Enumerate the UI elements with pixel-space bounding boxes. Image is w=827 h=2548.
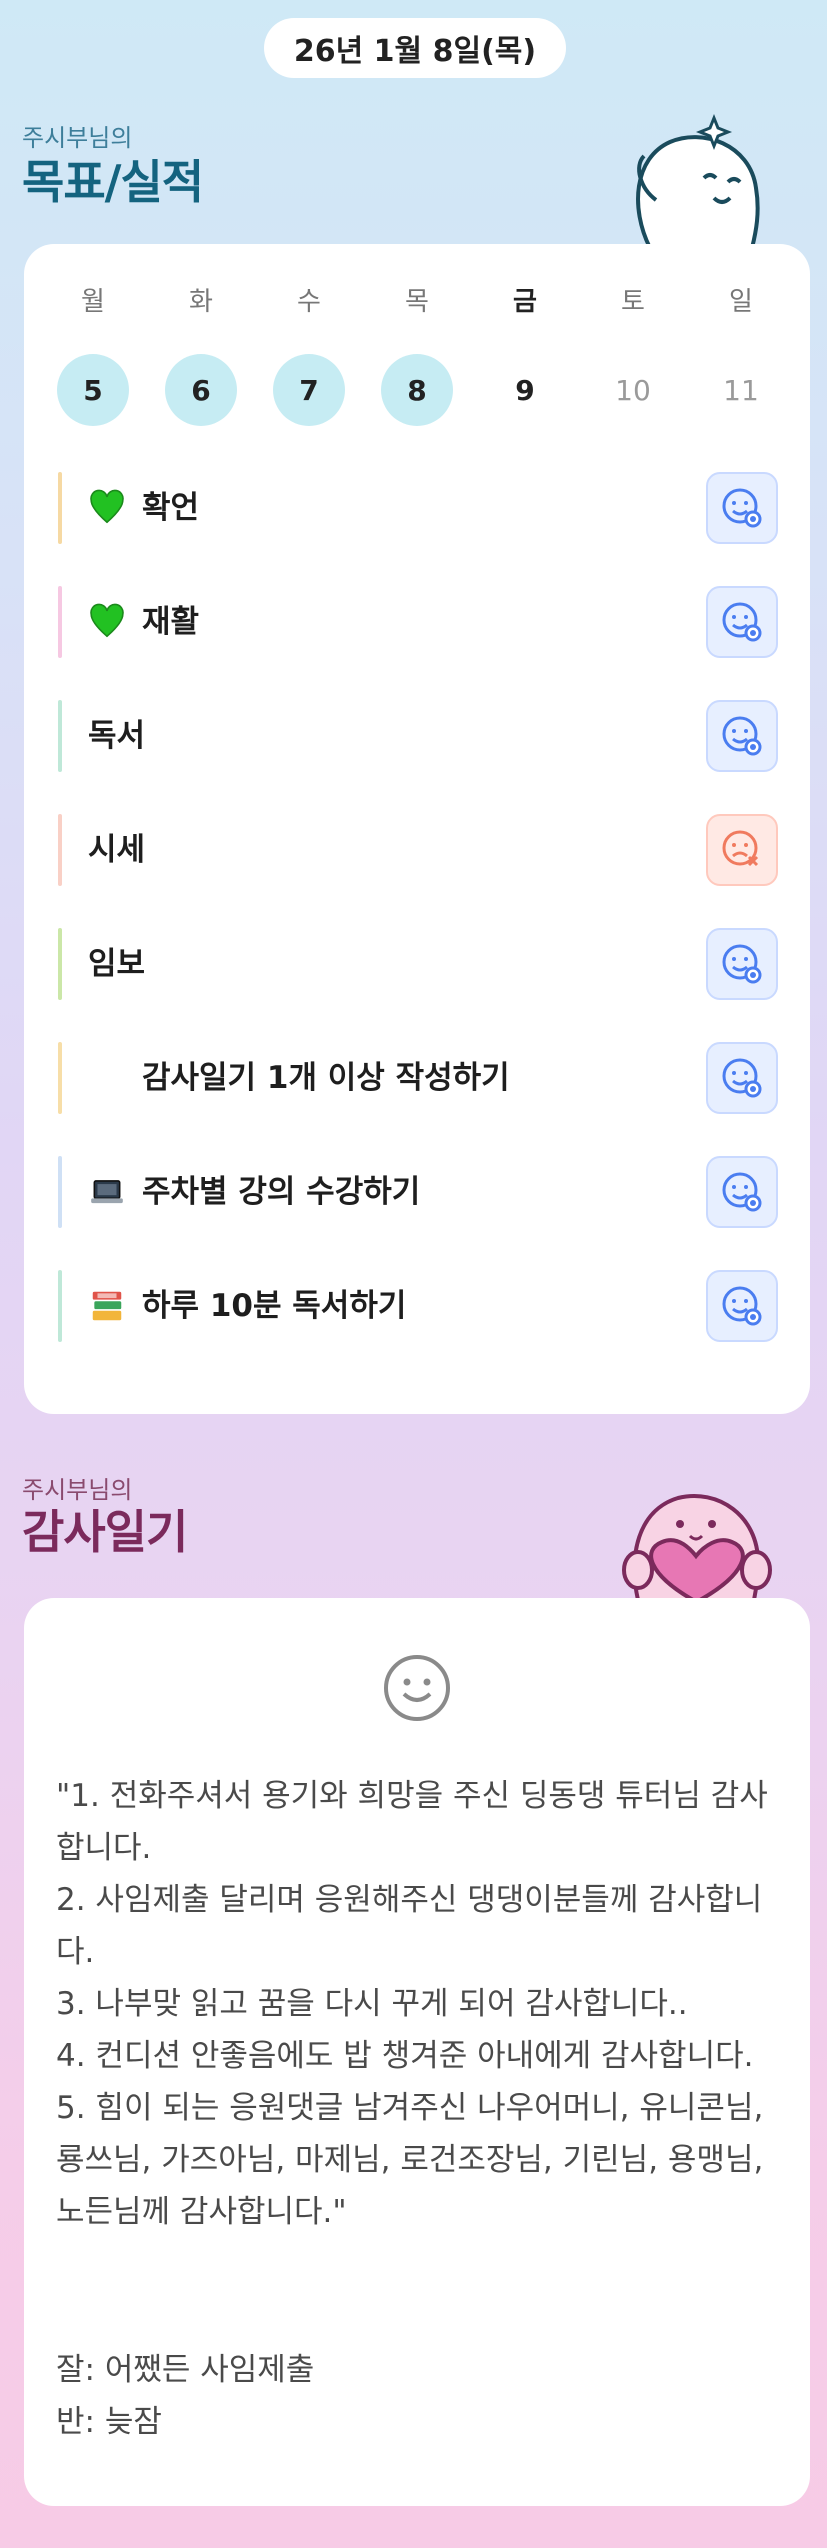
task-color-bar bbox=[58, 814, 62, 886]
task-label: 시세 bbox=[88, 832, 146, 868]
weekday-label: 목 bbox=[405, 287, 429, 317]
smile-check-icon bbox=[722, 1058, 762, 1098]
weekday-label: 금 bbox=[513, 287, 537, 317]
task-label: 재활 bbox=[142, 604, 200, 640]
smile-check-icon bbox=[722, 716, 762, 756]
success-status-button[interactable] bbox=[706, 1270, 778, 1342]
diary-title: 감사일기 bbox=[22, 1505, 188, 1559]
weekday-label: 수 bbox=[297, 287, 321, 317]
smile-check-icon bbox=[722, 1172, 762, 1212]
date-number: 11 bbox=[723, 373, 759, 407]
date-number: 8 bbox=[381, 354, 453, 426]
date-number: 7 bbox=[273, 354, 345, 426]
task-label: 주차별 강의 수강하기 bbox=[142, 1174, 421, 1210]
weekday-label: 화 bbox=[189, 287, 213, 317]
goals-title: 목표/실적 bbox=[22, 155, 204, 209]
smile-check-icon bbox=[722, 488, 762, 528]
task-color-bar bbox=[58, 1042, 62, 1114]
task-row: 확언 bbox=[58, 472, 778, 544]
success-status-button[interactable] bbox=[706, 1042, 778, 1114]
task-row: 주차별 강의 수강하기 bbox=[58, 1156, 778, 1228]
day-sun[interactable]: 일 11 bbox=[705, 284, 777, 426]
laptop-icon bbox=[91, 1180, 123, 1204]
day-mon[interactable]: 월5 bbox=[57, 284, 129, 426]
day-thu[interactable]: 목8 bbox=[381, 284, 453, 426]
week-calendar: 월5 화6 수7 목8 금9 토 10 일 11 bbox=[24, 284, 810, 426]
goals-card: 월5 화6 수7 목8 금9 토 10 일 11 확언 재활 독서 시세 임보 감사… bbox=[24, 244, 810, 1414]
task-row: 임보 bbox=[58, 928, 778, 1000]
task-label: 독서 bbox=[88, 718, 146, 754]
task-color-bar bbox=[58, 928, 62, 1000]
date-number: 6 bbox=[165, 354, 237, 426]
green-heart-icon bbox=[90, 603, 124, 638]
weekday-label: 토 bbox=[621, 287, 645, 317]
smile-face-icon bbox=[384, 1655, 450, 1721]
date-number: 9 bbox=[515, 373, 535, 407]
green-heart-icon bbox=[90, 489, 124, 524]
success-status-button[interactable] bbox=[706, 472, 778, 544]
day-sat[interactable]: 토 10 bbox=[597, 284, 669, 426]
fail-status-button[interactable] bbox=[706, 814, 778, 886]
task-label: 확언 bbox=[142, 490, 200, 526]
date-number: 10 bbox=[615, 373, 651, 407]
task-color-bar bbox=[58, 700, 62, 772]
diary-text: "1. 전화주셔서 용기와 희망을 주신 딩동댕 튜터님 감사합니다. 2. 사… bbox=[56, 1778, 768, 2230]
date-number: 5 bbox=[57, 354, 129, 426]
task-row: 감사일기 1개 이상 작성하기 bbox=[58, 1042, 778, 1114]
task-row: 독서 bbox=[58, 700, 778, 772]
diary-good-note: 잘: 어쨌든 사임제출 bbox=[56, 2352, 315, 2388]
date-label: 26년 1월 8일(목) bbox=[293, 34, 537, 69]
smile-check-icon bbox=[722, 1286, 762, 1326]
day-fri[interactable]: 금9 bbox=[489, 284, 561, 426]
task-color-bar bbox=[58, 472, 62, 544]
success-status-button[interactable] bbox=[706, 928, 778, 1000]
task-label: 임보 bbox=[88, 946, 146, 982]
weekday-label: 월 bbox=[81, 287, 105, 317]
day-wed[interactable]: 수7 bbox=[273, 284, 345, 426]
success-status-button[interactable] bbox=[706, 1156, 778, 1228]
task-row: 재활 bbox=[58, 586, 778, 658]
diary-bad-note: 반: 늦잠 bbox=[56, 2404, 162, 2440]
task-color-bar bbox=[58, 1156, 62, 1228]
task-row: 시세 bbox=[58, 814, 778, 886]
task-label: 하루 10분 독서하기 bbox=[142, 1288, 407, 1324]
day-tue[interactable]: 화6 bbox=[165, 284, 237, 426]
frown-x-icon bbox=[722, 830, 759, 867]
task-color-bar bbox=[58, 586, 62, 658]
pink-mascot-heart-icon bbox=[622, 1494, 772, 1600]
date-pill[interactable]: 26년 1월 8일(목) bbox=[264, 18, 566, 78]
blank-icon bbox=[88, 1059, 126, 1097]
task-label: 감사일기 1개 이상 작성하기 bbox=[142, 1060, 510, 1096]
books-icon bbox=[92, 1291, 122, 1321]
diary-card: "1. 전화주셔서 용기와 희망을 주신 딩동댕 튜터님 감사합니다. 2. 사… bbox=[24, 1598, 810, 2506]
success-status-button[interactable] bbox=[706, 700, 778, 772]
ghost-mascot-icon bbox=[636, 113, 760, 248]
smile-check-icon bbox=[722, 944, 762, 984]
weekday-label: 일 bbox=[729, 287, 753, 317]
task-color-bar bbox=[58, 1270, 62, 1342]
smile-check-icon bbox=[722, 602, 762, 642]
task-row: 하루 10분 독서하기 bbox=[58, 1270, 778, 1342]
success-status-button[interactable] bbox=[706, 586, 778, 658]
